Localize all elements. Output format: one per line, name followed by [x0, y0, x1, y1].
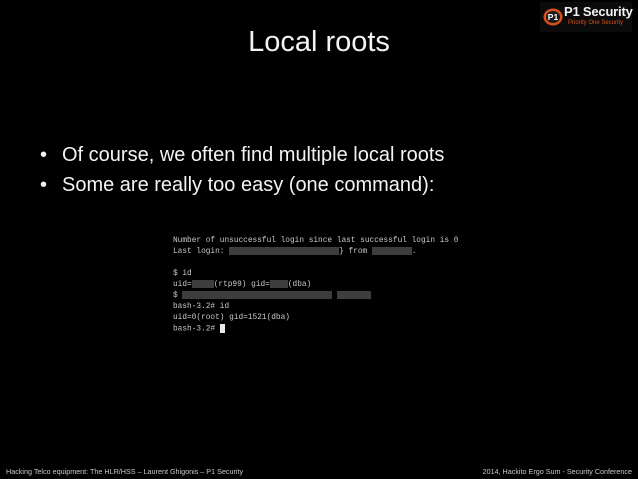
terminal-line: $: [173, 291, 464, 302]
terminal-text: uid=0(root) gid=1521(dba): [173, 314, 290, 322]
terminal-cursor: [219, 324, 225, 333]
redacted-block: [182, 291, 333, 299]
slide-title: Local roots: [248, 26, 390, 58]
terminal-text: (dba): [287, 281, 312, 290]
terminal-text: Last login:: [173, 248, 225, 257]
redacted-block: [269, 280, 288, 288]
terminal-line: bash-3.2# id: [173, 302, 464, 313]
bullet-text: Some are really too easy (one command):: [62, 174, 435, 196]
terminal-text: } from: [339, 248, 368, 257]
terminal-text: bash-3.2#: [173, 325, 216, 334]
terminal-line: Last login: } from .: [173, 247, 464, 258]
terminal-screenshot: Number of unsuccessful login since last …: [164, 232, 464, 360]
redacted-block: [229, 247, 340, 255]
footer-right: 2014, Hackito Ergo Sum - Security Confer…: [482, 467, 632, 476]
redacted-block: [191, 280, 214, 288]
terminal-text: uid=: [173, 281, 192, 290]
bullet-icon: •: [40, 174, 48, 196]
terminal-line: Number of unsuccessful login since last …: [173, 236, 464, 247]
slide: P1 P1 Security Priority One Security Loc…: [0, 0, 638, 479]
terminal-text: Number of unsuccessful login since last …: [173, 237, 459, 245]
terminal-text: (rtp99) gid=: [213, 281, 270, 290]
bullet-item: • Some are really too easy (one command)…: [38, 170, 444, 200]
redacted-block: [337, 291, 372, 299]
bullet-icon: •: [40, 144, 48, 166]
p1-badge-icon: P1: [543, 8, 563, 26]
terminal-text: $ id: [173, 270, 192, 278]
footer-left: Hacking Telco equipment: The HLR/HSS – L…: [6, 467, 244, 476]
bullet-item: • Of course, we often find multiple loca…: [38, 140, 444, 170]
terminal-text: .: [411, 248, 417, 257]
bullet-text: Of course, we often find multiple local …: [62, 144, 445, 166]
terminal-line: bash-3.2#: [173, 324, 464, 335]
terminal-line: $ id: [173, 269, 464, 280]
terminal-line: uid= (rtp99) gid= (dba): [173, 280, 464, 291]
bullet-list: • Of course, we often find multiple loca…: [38, 140, 444, 200]
terminal-text: bash-3.2# id: [173, 303, 230, 311]
logo-name: P1 Security: [564, 4, 633, 19]
logo-badge-text: P1: [548, 12, 559, 22]
terminal-line: uid=0(root) gid=1521(dba): [173, 313, 464, 324]
redacted-block: [371, 247, 412, 255]
terminal-text: $: [173, 292, 178, 301]
